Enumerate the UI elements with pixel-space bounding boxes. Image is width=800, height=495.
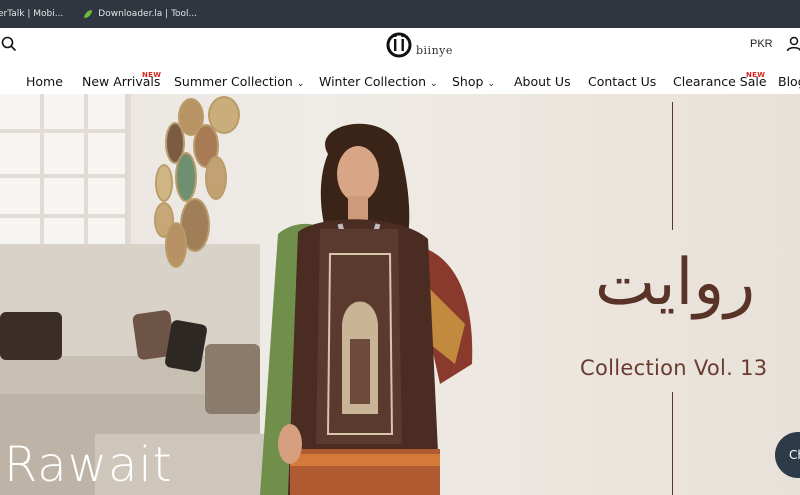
nav-item-shop[interactable]: Shop ⌄ [452,74,495,89]
wall-basket [205,156,227,200]
hero-divider-top [672,102,673,230]
nav-label: Contact Us [588,74,657,89]
wall-basket [175,152,197,202]
background-pillow [0,312,62,360]
bookmark-item[interactable]: erTalk | Mobi... [0,9,63,19]
hero-banner[interactable]: روایت Collection Vol. 13 Rawait Ch [0,94,800,495]
new-badge: NEW [746,71,766,79]
chat-button[interactable]: Ch [775,432,800,478]
currency-selector[interactable]: PKR [750,38,773,50]
chat-label: Ch [789,448,800,462]
chevron-down-icon: ⌄ [296,79,305,89]
account-icon[interactable] [786,36,800,52]
logo-text: biinye [416,43,453,57]
search-icon[interactable] [1,36,17,52]
leaf-icon [84,10,93,18]
nav-item-contact-us[interactable]: Contact Us [588,74,656,89]
nav-label: About Us [514,74,571,89]
nav-item-new-arrivals[interactable]: New Arrivals NEW [82,71,162,89]
nav-label: Winter Collection [319,74,427,89]
nav-item-summer-collection[interactable]: Summer Collection ⌄ [174,74,304,89]
nav-item-clearance-sale[interactable]: Clearance Sale NEW [673,71,767,89]
nav-label: Summer Collection [174,74,293,89]
bookmark-item[interactable]: Downloader.la | Tool... [83,9,197,19]
new-badge: NEW [142,71,162,79]
chevron-down-icon: ⌄ [430,79,438,89]
site-header: biinye PKR [0,28,800,68]
bookmarks-bar: erTalk | Mobi... Downloader.la | Tool... [0,0,800,28]
nav-label: Blog [778,74,800,89]
wall-basket [155,164,173,202]
nav-item-winter-collection[interactable]: Winter Collection ⌄ [319,74,438,89]
nav-label: Home [26,74,63,89]
logo-mark-icon [386,32,412,58]
model-photo [260,123,473,495]
bookmark-label: erTalk | Mobi... [0,9,64,19]
hero-urdu-title: روایت [594,246,756,320]
wall-basket [165,222,187,268]
site-logo[interactable]: biinye [386,30,453,60]
hero-title: Rawait [4,437,173,493]
nav-item-blog[interactable]: Blog [778,74,800,89]
bookmark-label: Downloader.la | Tool... [98,9,198,19]
nav-item-home[interactable]: Home [26,74,63,89]
background-window [0,94,131,244]
main-nav: Home New Arrivals NEW Summer Collection ⌄… [0,68,800,94]
hero-divider-bottom [672,392,673,495]
hero-collection-label: Collection Vol. 13 [580,356,768,380]
nav-label: Shop [452,74,484,89]
nav-item-about-us[interactable]: About Us [514,74,571,89]
chevron-down-icon: ⌄ [487,79,495,89]
